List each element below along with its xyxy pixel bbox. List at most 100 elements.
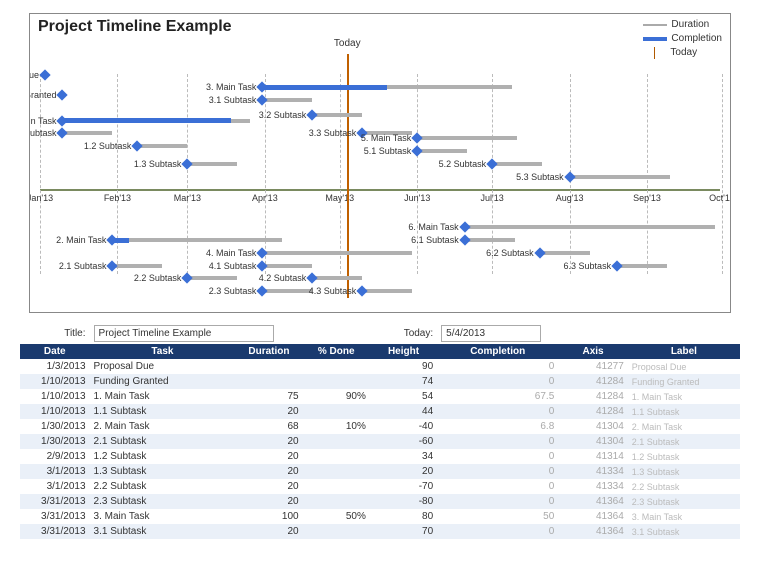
cell-date[interactable]: 3/31/2013 [20,509,90,524]
cell-height[interactable]: 44 [370,404,437,419]
cell-axis: 41304 [558,434,628,449]
cell-duration[interactable]: 20 [235,479,302,494]
axis-tick-label: Mar'13 [174,193,201,203]
cell-date[interactable]: 2/9/2013 [20,449,90,464]
cell-duration[interactable] [235,374,302,389]
cell-height[interactable]: -40 [370,419,437,434]
cell-pct[interactable]: 90% [303,389,370,404]
table-row[interactable]: 1/30/20132.1 Subtask20-600413042.1 Subta… [20,434,740,449]
cell-task[interactable]: 2.1 Subtask [90,434,236,449]
cell-height[interactable]: 74 [370,374,437,389]
cell-task[interactable]: 1.2 Subtask [90,449,236,464]
duration-bar [312,276,362,280]
duration-bar [187,276,237,280]
cell-height[interactable]: 20 [370,464,437,479]
cell-date[interactable]: 3/31/2013 [20,524,90,539]
timeline-chart: Project Timeline Example Duration Comple… [29,13,731,313]
milestone-icon [182,273,193,284]
cell-height[interactable]: 54 [370,389,437,404]
table-row[interactable]: 1/10/20131.1 Subtask20440412841.1 Subtas… [20,404,740,419]
duration-bar [137,144,187,148]
cell-label: 1.1 Subtask [628,404,740,419]
cell-task[interactable]: 3.1 Subtask [90,524,236,539]
cell-height[interactable]: 34 [370,449,437,464]
cell-date[interactable]: 1/10/2013 [20,374,90,389]
cell-date[interactable]: 1/30/2013 [20,434,90,449]
cell-task[interactable]: 2.3 Subtask [90,494,236,509]
cell-pct[interactable] [303,524,370,539]
task-label: 4.3 Subtask [309,286,357,296]
cell-duration[interactable]: 20 [235,524,302,539]
cell-date[interactable]: 3/31/2013 [20,494,90,509]
table-row[interactable]: 3/31/20133. Main Task10050%8050413643. M… [20,509,740,524]
cell-pct[interactable] [303,359,370,374]
cell-date[interactable]: 3/1/2013 [20,464,90,479]
cell-task[interactable]: 2. Main Task [90,419,236,434]
table-row[interactable]: 1/3/2013Proposal Due90041277Proposal Due [20,359,740,374]
duration-bar [112,238,282,242]
cell-label: 1. Main Task [628,389,740,404]
duration-bar [62,131,112,135]
table-row[interactable]: 1/30/20132. Main Task6810%-406.8413042. … [20,419,740,434]
cell-duration[interactable] [235,359,302,374]
cell-pct[interactable]: 50% [303,509,370,524]
table-row[interactable]: 2/9/20131.2 Subtask20340413141.2 Subtask [20,449,740,464]
duration-bar [492,162,542,166]
cell-axis: 41284 [558,374,628,389]
cell-task[interactable]: 3. Main Task [90,509,236,524]
cell-height[interactable]: -80 [370,494,437,509]
table-row[interactable]: 3/31/20133.1 Subtask20700413643.1 Subtas… [20,524,740,539]
cell-pct[interactable] [303,404,370,419]
today-label: Today: [370,323,437,344]
cell-pct[interactable] [303,494,370,509]
duration-bar [262,251,412,255]
task-label: Proposal Due [29,70,39,80]
cell-height[interactable]: -60 [370,434,437,449]
cell-pct[interactable] [303,464,370,479]
duration-bar [262,264,312,268]
cell-duration[interactable]: 20 [235,449,302,464]
today-input[interactable]: 5/4/2013 [441,325,541,342]
task-label: 6.2 Subtask [486,248,534,258]
cell-date[interactable]: 1/10/2013 [20,389,90,404]
cell-duration[interactable]: 20 [235,404,302,419]
cell-pct[interactable] [303,449,370,464]
cell-date[interactable]: 1/10/2013 [20,404,90,419]
cell-task[interactable]: Funding Granted [90,374,236,389]
cell-date[interactable]: 1/30/2013 [20,419,90,434]
table-row[interactable]: 1/10/2013Funding Granted74041284Funding … [20,374,740,389]
cell-height[interactable]: 80 [370,509,437,524]
cell-duration[interactable]: 75 [235,389,302,404]
cell-completion: 6.8 [437,419,558,434]
completion-bar [62,118,231,123]
cell-pct[interactable] [303,479,370,494]
cell-task[interactable]: 1. Main Task [90,389,236,404]
cell-height[interactable]: 90 [370,359,437,374]
cell-height[interactable]: -70 [370,479,437,494]
cell-task[interactable]: 1.3 Subtask [90,464,236,479]
cell-duration[interactable]: 100 [235,509,302,524]
cell-pct[interactable]: 10% [303,419,370,434]
milestone-icon [307,273,318,284]
table-row[interactable]: 3/1/20132.2 Subtask20-700413342.2 Subtas… [20,479,740,494]
cell-pct[interactable] [303,374,370,389]
cell-duration[interactable]: 20 [235,494,302,509]
cell-duration[interactable]: 20 [235,464,302,479]
cell-duration[interactable]: 20 [235,434,302,449]
table-row[interactable]: 3/1/20131.3 Subtask20200413341.3 Subtask [20,464,740,479]
table-row[interactable]: 3/31/20132.3 Subtask20-800413642.3 Subta… [20,494,740,509]
milestone-icon [257,247,268,258]
table-row[interactable]: 1/10/20131. Main Task7590%5467.5412841. … [20,389,740,404]
milestone-icon [107,260,118,271]
cell-task[interactable]: Proposal Due [90,359,236,374]
cell-task[interactable]: 1.1 Subtask [90,404,236,419]
cell-pct[interactable] [303,434,370,449]
cell-duration[interactable]: 68 [235,419,302,434]
cell-date[interactable]: 3/1/2013 [20,479,90,494]
cell-label: 2.3 Subtask [628,494,740,509]
title-input[interactable]: Project Timeline Example [94,325,274,342]
cell-date[interactable]: 1/3/2013 [20,359,90,374]
data-grid: Title: Project Timeline Example Today: 5… [20,323,740,539]
cell-task[interactable]: 2.2 Subtask [90,479,236,494]
cell-height[interactable]: 70 [370,524,437,539]
